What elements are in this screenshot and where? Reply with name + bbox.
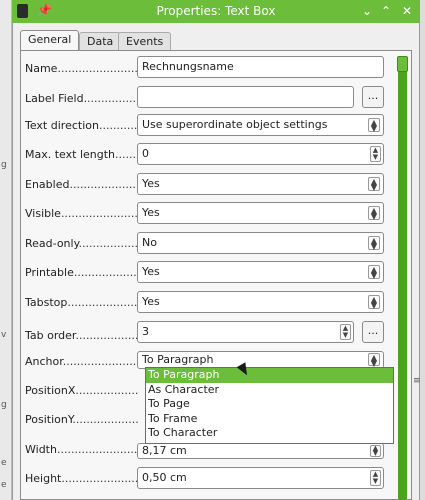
visible-label: Visible.................................… [25,207,139,220]
tab-data[interactable]: Data [79,32,122,50]
background-document-strip: g v g e e [0,0,12,500]
height-spinner[interactable]: 0,50 cm ▲ ▼ [137,467,384,489]
anchor-option-to-character[interactable]: To Character [146,426,393,441]
tab-events[interactable]: Events [118,32,172,50]
chevron-updown-icon: ▲ ▼ [368,295,380,310]
text-direction-select[interactable]: Use superordinate object settings ▲ ▼ [137,114,384,136]
printable-label: Printable...............................… [25,266,139,279]
chevron-up-icon: ⌃ [380,4,392,18]
background-text-fragment: v [1,330,7,340]
minimize-button[interactable]: ⌄ [358,2,376,20]
name-label: Name....................................… [25,62,139,75]
name-field[interactable]: Rechnungsname [137,56,384,78]
maximize-button[interactable]: ⌃ [377,2,395,20]
chevron-updown-icon: ▲ ▼ [368,206,380,221]
tab-general[interactable]: General [20,30,80,51]
spin-arrows-icon[interactable]: ▲ ▼ [370,445,381,457]
chevron-updown-icon: ▲ ▼ [368,353,380,368]
background-text-fragment: g [1,160,7,170]
text-direction-label: Text direction..........................… [25,119,139,132]
spin-arrows-icon[interactable]: ▲ ▼ [370,146,381,162]
label-field-browse-button[interactable]: ... [362,86,384,108]
label-field-input[interactable] [137,86,354,108]
tab-order-button[interactable]: ... [362,321,384,343]
tabstop-label: Tabstop.................................… [25,296,139,309]
background-text-fragment: e [1,480,7,490]
anchor-dropdown-list[interactable]: To Paragraph As Character To Page To Fra… [145,367,394,444]
printable-select[interactable]: Yes ▲ ▼ [137,261,384,283]
chevron-updown-icon: ▲ ▼ [368,118,380,133]
spin-arrows-icon[interactable]: ▲ ▼ [340,324,351,340]
anchor-option-to-paragraph[interactable]: To Paragraph [146,368,393,383]
close-icon: ✕ [401,4,413,18]
position-x-label: PositionX...............................… [25,384,139,397]
read-only-select[interactable]: No ▲ ▼ [137,232,384,254]
scrollbar-thumb[interactable] [397,56,408,72]
anchor-option-to-frame[interactable]: To Frame [146,412,393,427]
chevron-updown-icon: ▲ ▼ [368,236,380,251]
chevron-down-icon: ⌄ [361,4,373,18]
anchor-option-to-page[interactable]: To Page [146,397,393,412]
width-spinner[interactable]: 8,17 cm ▲ ▼ [137,443,384,459]
background-text-fragment: g [1,400,7,410]
width-label: Width...................................… [25,443,139,456]
position-y-label: PositionY...............................… [25,413,139,426]
chevron-updown-icon: ▲ ▼ [368,265,380,280]
anchor-label: Anchor..................................… [25,355,139,368]
tabstop-select[interactable]: Yes ▲ ▼ [137,291,384,313]
label-field-label: Label Field.............................… [25,92,139,105]
background-text-fragment: e [1,458,7,468]
tab-order-label: Tab order...............................… [25,329,139,342]
chevron-updown-icon: ▲ ▼ [368,177,380,192]
max-text-length-label: Max. text length........................… [25,148,139,161]
resize-grip-icon[interactable]: ≡ [413,376,421,386]
anchor-option-as-character[interactable]: As Character [146,383,393,398]
max-text-length-spinner[interactable]: 0 ▲ ▼ [137,143,384,165]
title-bar[interactable]: 📌 Properties: Text Box ⌄ ⌃ ✕ [12,0,420,23]
height-label: Height..................................… [25,472,139,485]
close-button[interactable]: ✕ [398,2,416,20]
visible-select[interactable]: Yes ▲ ▼ [137,202,384,224]
read-only-label: Read-only...............................… [25,237,139,250]
tab-order-spinner[interactable]: 3 ▲ ▼ [137,321,354,343]
vertical-scrollbar[interactable] [398,56,407,500]
enabled-label: Enabled.................................… [25,178,139,191]
spin-arrows-icon[interactable]: ▲ ▼ [370,470,381,486]
enabled-select[interactable]: Yes ▲ ▼ [137,173,384,195]
